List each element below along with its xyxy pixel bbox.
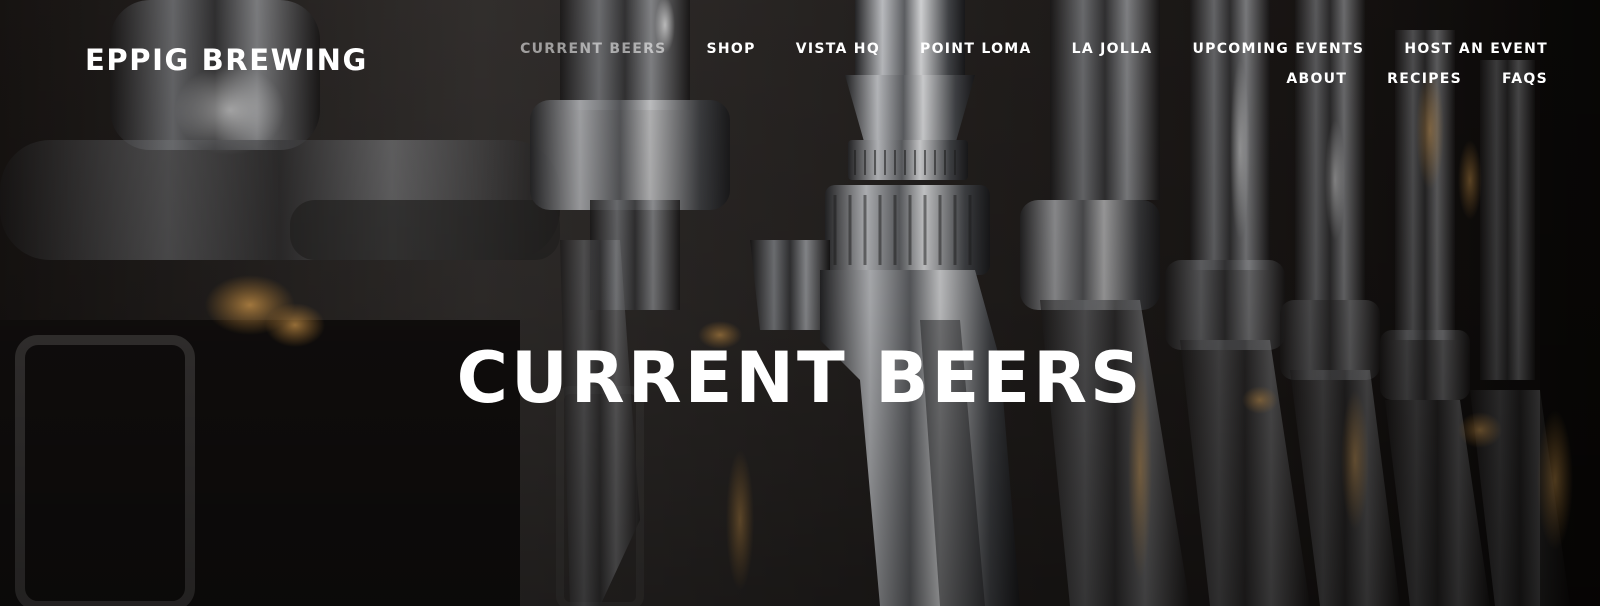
nav-row-primary: CURRENT BEERS SHOP VISTA HQ POINT LOMA L… <box>508 34 1548 64</box>
nav-link-point-loma[interactable]: POINT LOMA <box>920 41 1032 57</box>
site-title-logo[interactable]: EPPIG BREWING <box>85 40 368 80</box>
main-navigation: CURRENT BEERS SHOP VISTA HQ POINT LOMA L… <box>508 34 1548 94</box>
nav-link-upcoming-events[interactable]: UPCOMING EVENTS <box>1192 41 1364 57</box>
nav-link-faqs[interactable]: FAQS <box>1502 71 1548 87</box>
nav-row-secondary: ABOUT RECIPES FAQS <box>508 64 1548 94</box>
nav-link-shop[interactable]: SHOP <box>707 41 756 57</box>
nav-link-vista-hq[interactable]: VISTA HQ <box>796 41 880 57</box>
nav-link-recipes[interactable]: RECIPES <box>1387 71 1462 87</box>
nav-link-la-jolla[interactable]: LA JOLLA <box>1072 41 1153 57</box>
nav-link-host-an-event[interactable]: HOST AN EVENT <box>1404 41 1548 57</box>
page-title: CURRENT BEERS <box>456 337 1144 419</box>
hero-banner: EPPIG BREWING CURRENT BEERS SHOP VISTA H… <box>0 0 1600 606</box>
nav-link-current-beers[interactable]: CURRENT BEERS <box>520 41 666 57</box>
nav-link-about[interactable]: ABOUT <box>1286 71 1347 87</box>
